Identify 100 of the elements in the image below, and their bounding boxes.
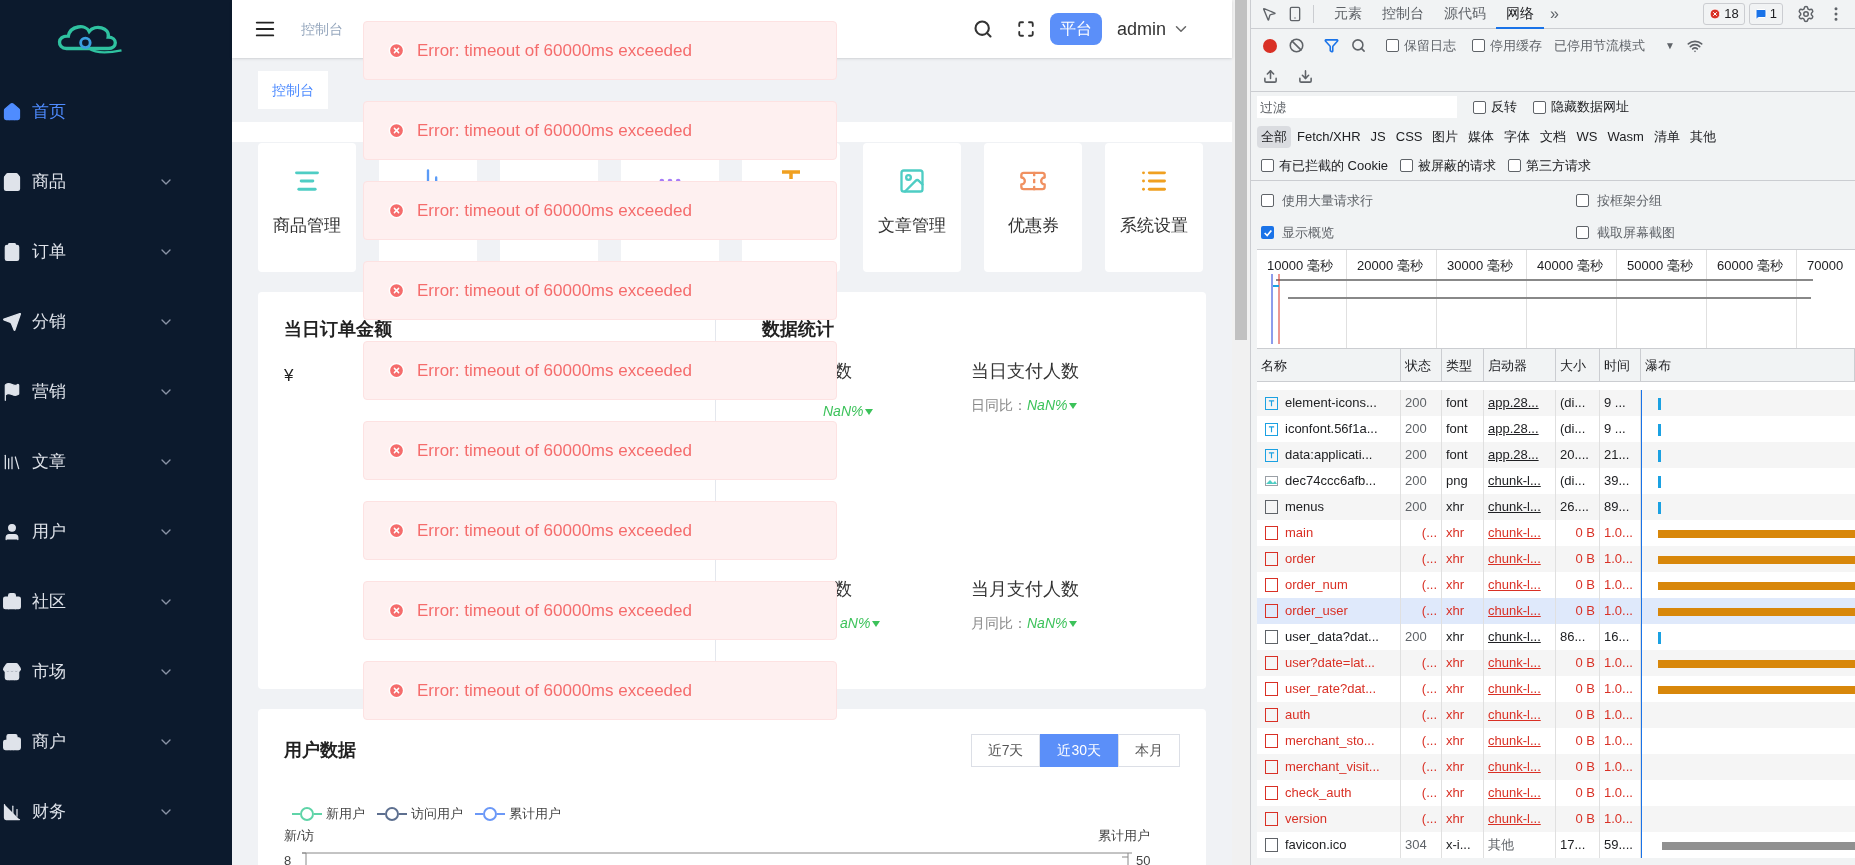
fullscreen-icon[interactable] xyxy=(1016,20,1035,38)
sidebar-item[interactable]: 商品 xyxy=(0,147,232,217)
checkbox[interactable] xyxy=(1261,159,1274,172)
sidebar-item[interactable]: 订单 xyxy=(0,217,232,287)
checkbox[interactable] xyxy=(1261,194,1274,207)
legend-label: 新用户 xyxy=(326,805,365,823)
sidebar-item[interactable]: 用户 xyxy=(0,497,232,567)
checkbox-label: 有已拦截的 Cookie xyxy=(1279,156,1389,175)
document-icon xyxy=(1265,708,1278,722)
request-name: favicon.ico xyxy=(1285,836,1347,855)
shortcut-card[interactable]: 文章管理 xyxy=(863,143,961,272)
request-row[interactable]: menus 200 xhr chunk-l... 26.... 89... xyxy=(1257,494,1855,520)
device-icon[interactable] xyxy=(1287,6,1303,22)
column-header[interactable]: 状态 xyxy=(1401,349,1442,381)
search-icon[interactable] xyxy=(972,19,993,39)
checkbox[interactable] xyxy=(1576,194,1589,207)
record-icon[interactable] xyxy=(1263,38,1277,53)
request-row[interactable]: data:applicati... 200 font app.28... 20.... 21... xyxy=(1257,442,1855,468)
search-icon[interactable] xyxy=(1351,38,1366,53)
devtools-tab[interactable]: 源代码 xyxy=(1434,0,1496,29)
checkbox[interactable] xyxy=(1400,159,1414,172)
sidebar-item[interactable]: 财务 xyxy=(0,777,232,847)
column-header[interactable]: 瀑布 xyxy=(1641,349,1855,381)
checkbox[interactable] xyxy=(1472,39,1485,52)
scrollbar-thumb[interactable] xyxy=(1235,0,1247,340)
sidebar-item[interactable]: 营销 xyxy=(0,357,232,427)
upload-icon[interactable] xyxy=(1263,69,1278,84)
column-header[interactable]: 类型 xyxy=(1442,349,1484,381)
legend-line-icon xyxy=(475,806,505,821)
initiator-link: 其他 xyxy=(1484,832,1556,858)
range-tab[interactable]: 本月 xyxy=(1118,734,1180,767)
error-icon xyxy=(1709,8,1722,20)
type-filter[interactable]: CSS xyxy=(1391,125,1427,148)
checkbox-label: 保留日志 xyxy=(1404,36,1456,55)
request-row[interactable]: user?date=lat... (... xhr chunk-l... 0 B 1.0... xyxy=(1257,650,1855,676)
filter-field[interactable]: 过滤 xyxy=(1257,96,1457,118)
card-title: 用户数据 xyxy=(284,739,356,762)
sidebar-item[interactable]: 分销 xyxy=(0,287,232,357)
column-header[interactable]: 大小 xyxy=(1556,349,1600,381)
devtools-tab[interactable]: 元素 xyxy=(1324,0,1372,29)
type-filter[interactable]: 媒体 xyxy=(1464,125,1499,148)
checkbox[interactable] xyxy=(1533,100,1546,114)
document-icon xyxy=(1265,604,1278,618)
type-filter[interactable]: 其他 xyxy=(1685,125,1720,148)
sidebar-item[interactable]: 市场 xyxy=(0,637,232,707)
type-filter[interactable]: 字体 xyxy=(1500,125,1535,148)
sidebar-item[interactable]: 文章 xyxy=(0,427,232,497)
column-header[interactable]: 启动器 xyxy=(1484,349,1556,381)
error-count-badge[interactable]: 18 xyxy=(1703,3,1745,25)
checkbox[interactable] xyxy=(1386,39,1399,52)
column-header[interactable]: 名称 xyxy=(1257,349,1401,381)
shortcut-card[interactable]: 优惠券 xyxy=(984,143,1082,272)
request-name: element-icons... xyxy=(1285,394,1377,413)
table-cell: 17... xyxy=(1556,832,1600,858)
sidebar-item[interactable]: 商户 xyxy=(0,707,232,777)
request-row[interactable]: order (... xhr chunk-l... 0 B 1.0... xyxy=(1257,546,1855,572)
devtools-tab[interactable]: 网络 xyxy=(1496,0,1544,29)
message-count-badge[interactable]: 1 xyxy=(1748,3,1783,25)
type-filter[interactable]: 图片 xyxy=(1428,125,1463,148)
settings-icon[interactable] xyxy=(1797,5,1815,23)
type-filter[interactable]: WS xyxy=(1572,125,1602,148)
timeline-tick: 60000 毫秒 xyxy=(1717,258,1783,273)
more-tabs-button[interactable]: » xyxy=(1550,2,1559,26)
filter-icon[interactable] xyxy=(1324,38,1339,53)
type-filter[interactable]: Wasm xyxy=(1603,125,1648,148)
inspect-icon[interactable] xyxy=(1261,6,1277,22)
waterfall-bar xyxy=(1658,502,1661,514)
document-icon xyxy=(1265,786,1278,800)
type-filter[interactable]: 清单 xyxy=(1649,125,1684,148)
document-icon xyxy=(1265,656,1278,670)
sidebar-item[interactable]: 首页 xyxy=(0,77,232,147)
request-row[interactable]: version (... xhr chunk-l... 0 B 1.0... xyxy=(1257,806,1855,832)
type-filter[interactable]: JS xyxy=(1366,125,1390,148)
request-row[interactable]: merchant_visit... (... xhr chunk-l... 0 B 1.0... xyxy=(1257,754,1855,780)
sidebar-item[interactable]: 社区 xyxy=(0,567,232,637)
throttling-dropdown[interactable]: 已停用节流模式 ▼ xyxy=(1554,35,1675,56)
error-icon xyxy=(388,522,405,539)
request-row[interactable]: element-icons... 200 font app.28... (di... 9 ... xyxy=(1257,390,1855,416)
checkbox[interactable] xyxy=(1576,226,1589,239)
clear-icon[interactable] xyxy=(1289,38,1304,53)
request-row[interactable]: auth (... xhr chunk-l... 0 B 1.0... xyxy=(1257,702,1855,728)
checkbox[interactable] xyxy=(1473,100,1486,114)
column-header[interactable]: 时间 xyxy=(1600,349,1641,381)
type-filter[interactable]: 文档 xyxy=(1536,125,1571,148)
download-icon[interactable] xyxy=(1298,69,1313,84)
request-row[interactable]: order_user (... xhr chunk-l... 0 B 1.0... xyxy=(1257,598,1855,624)
checkbox[interactable] xyxy=(1261,226,1274,239)
devtools-tab[interactable]: 控制台 xyxy=(1372,0,1434,29)
type-filter[interactable]: Fetch/XHR xyxy=(1293,125,1365,148)
document-icon xyxy=(1265,682,1278,696)
type-filter[interactable]: 全部 xyxy=(1257,125,1291,148)
checkbox-label: 被屏蔽的请求 xyxy=(1418,156,1497,175)
range-tab[interactable]: 近7天 xyxy=(970,734,1041,767)
shortcut-card[interactable]: 商品管理 xyxy=(258,143,356,272)
shortcut-card[interactable]: 系统设置 xyxy=(1105,143,1203,272)
compare-label: 日同比： xyxy=(971,396,1027,415)
checkbox[interactable] xyxy=(1508,159,1522,172)
error-icon xyxy=(388,282,405,299)
timeline-tick: 40000 毫秒 xyxy=(1537,258,1603,273)
user-menu[interactable]: admin xyxy=(1116,15,1190,43)
